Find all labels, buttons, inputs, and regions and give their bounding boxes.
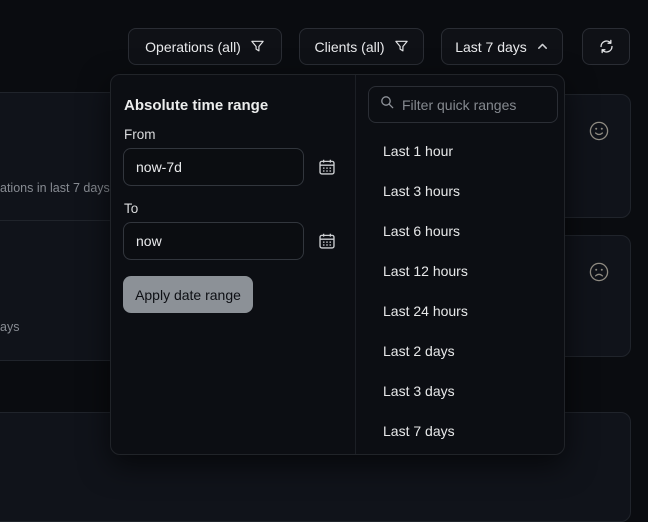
quick-range-option-last-24-hours[interactable]: Last 24 hours	[356, 291, 565, 331]
smiley-face-icon	[588, 120, 610, 142]
quick-range-option-last-3-days[interactable]: Last 3 days	[356, 371, 565, 411]
chevron-up-icon	[536, 40, 549, 53]
time-picker-dropdown: Absolute time range From To Apply date r…	[110, 74, 565, 455]
to-input[interactable]	[123, 222, 304, 260]
to-calendar-button[interactable]	[317, 232, 337, 252]
search-icon	[380, 95, 394, 114]
quick-range-option-last-7-days[interactable]: Last 7 days	[356, 411, 565, 451]
quick-ranges-search[interactable]	[368, 86, 558, 123]
apply-date-range-button[interactable]: Apply date range	[123, 276, 253, 313]
from-label: From	[124, 127, 156, 142]
quick-ranges-filter-input[interactable]	[402, 97, 546, 113]
quick-range-option-last-1-hour[interactable]: Last 1 hour	[356, 131, 565, 171]
funnel-icon	[250, 39, 265, 54]
time-range-button[interactable]: Last 7 days	[441, 28, 563, 65]
quick-range-option-last-12-hours[interactable]: Last 12 hours	[356, 251, 565, 291]
quick-ranges-column: Last 1 hour Last 3 hours Last 6 hours La…	[355, 75, 565, 454]
refresh-icon	[598, 38, 615, 55]
calendar-icon	[318, 164, 336, 179]
funnel-icon	[394, 39, 409, 54]
to-label: To	[124, 201, 138, 216]
calendar-icon	[318, 238, 336, 253]
clients-filter-label: Clients (all)	[314, 39, 384, 55]
operations-filter-button[interactable]: Operations (all)	[128, 28, 282, 65]
quick-range-option-last-2-days[interactable]: Last 2 days	[356, 331, 565, 371]
clients-filter-button[interactable]: Clients (all)	[299, 28, 424, 65]
stats-card-subtext-bottom: ays	[0, 320, 19, 334]
quick-ranges-list: Last 1 hour Last 3 hours Last 6 hours La…	[356, 131, 565, 451]
quick-range-option-last-3-hours[interactable]: Last 3 hours	[356, 171, 565, 211]
refresh-button[interactable]	[582, 28, 630, 65]
frown-face-icon	[588, 261, 610, 283]
stats-card-subtext-top: ations in last 7 days	[0, 181, 110, 195]
from-input[interactable]	[123, 148, 304, 186]
operations-filter-label: Operations (all)	[145, 39, 241, 55]
from-calendar-button[interactable]	[317, 158, 337, 178]
time-range-label: Last 7 days	[455, 39, 527, 55]
absolute-time-range-title: Absolute time range	[124, 97, 268, 114]
quick-range-option-last-6-hours[interactable]: Last 6 hours	[356, 211, 565, 251]
